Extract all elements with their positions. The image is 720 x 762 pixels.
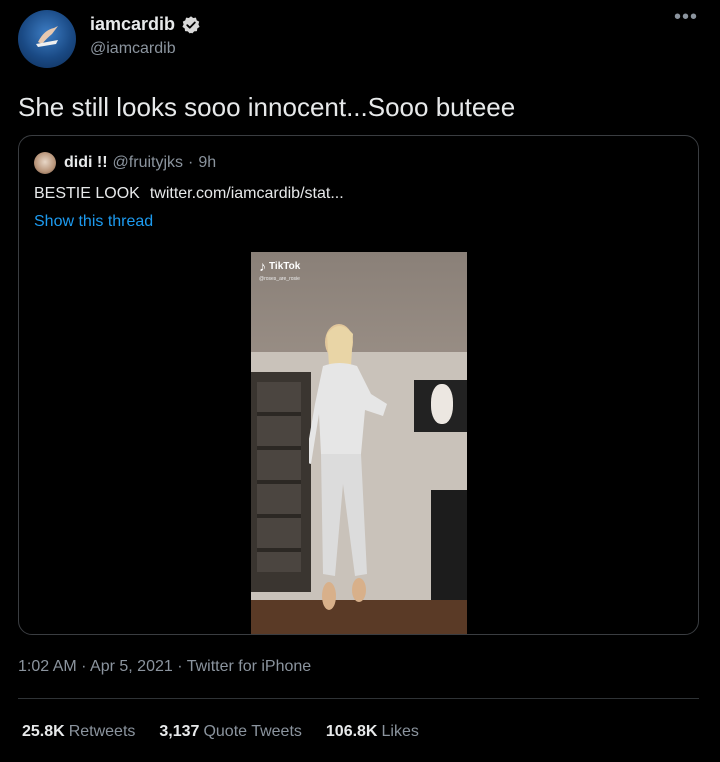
header-separator: ·	[188, 154, 194, 171]
author-display-name[interactable]: iamcardib	[90, 14, 175, 35]
tweet-stats: 25.8K Retweets 3,137 Quote Tweets 106.8K Li…	[22, 723, 419, 741]
stats-divider	[18, 698, 699, 699]
video-door-glass	[257, 382, 301, 572]
author-handle[interactable]: @iamcardib	[90, 40, 176, 58]
author-name-row: iamcardib	[90, 14, 201, 35]
tiktok-username: @roses_are_rosie	[259, 276, 300, 282]
likes-stat[interactable]: 106.8K Likes	[326, 723, 419, 741]
tiktok-brand: TikTok	[269, 260, 301, 272]
tiktok-watermark: ♪ TikTok	[259, 258, 300, 274]
tweet-meta: 1:02 AM · Apr 5, 2021 · Twitter for iPho…	[18, 658, 312, 675]
tiktok-logo-icon: ♪	[259, 258, 266, 274]
video-wall-frame	[431, 490, 467, 600]
tiktok-video[interactable]: ♪ TikTok @roses_are_rosie	[251, 252, 467, 634]
quoted-author-avatar[interactable]	[34, 152, 56, 174]
quoted-tweet-text: BESTIE LOOK	[34, 185, 140, 202]
avatar-figure-icon	[36, 26, 58, 47]
video-person	[309, 324, 387, 610]
quoted-tweet-card[interactable]: didi !! @fruityjks · 9h BESTIE LOOK twitt…	[18, 135, 699, 635]
tweet-text: She still looks sooo innocent...Sooo but…	[18, 92, 516, 122]
quoted-tweet-text-row: BESTIE LOOK twitter.com/iamcardib/stat...	[34, 185, 344, 203]
quoted-tweet-time[interactable]: 9h	[198, 154, 216, 172]
verified-badge-icon	[182, 15, 200, 33]
quote-tweets-stat[interactable]: 3,137 Quote Tweets	[159, 723, 301, 741]
show-thread-link[interactable]: Show this thread	[34, 213, 153, 231]
quoted-tweet-link[interactable]: twitter.com/iamcardib/stat...	[150, 185, 344, 202]
more-options-icon[interactable]: •••	[674, 6, 698, 29]
author-avatar[interactable]	[18, 10, 76, 68]
quoted-tweet-header: didi !! @fruityjks · 9h	[64, 154, 216, 172]
quoted-author-handle[interactable]: @fruityjks	[113, 154, 183, 172]
retweets-stat[interactable]: 25.8K Retweets	[22, 723, 135, 741]
video-poster-face	[431, 384, 453, 424]
quoted-author-name[interactable]: didi !!	[64, 154, 108, 172]
